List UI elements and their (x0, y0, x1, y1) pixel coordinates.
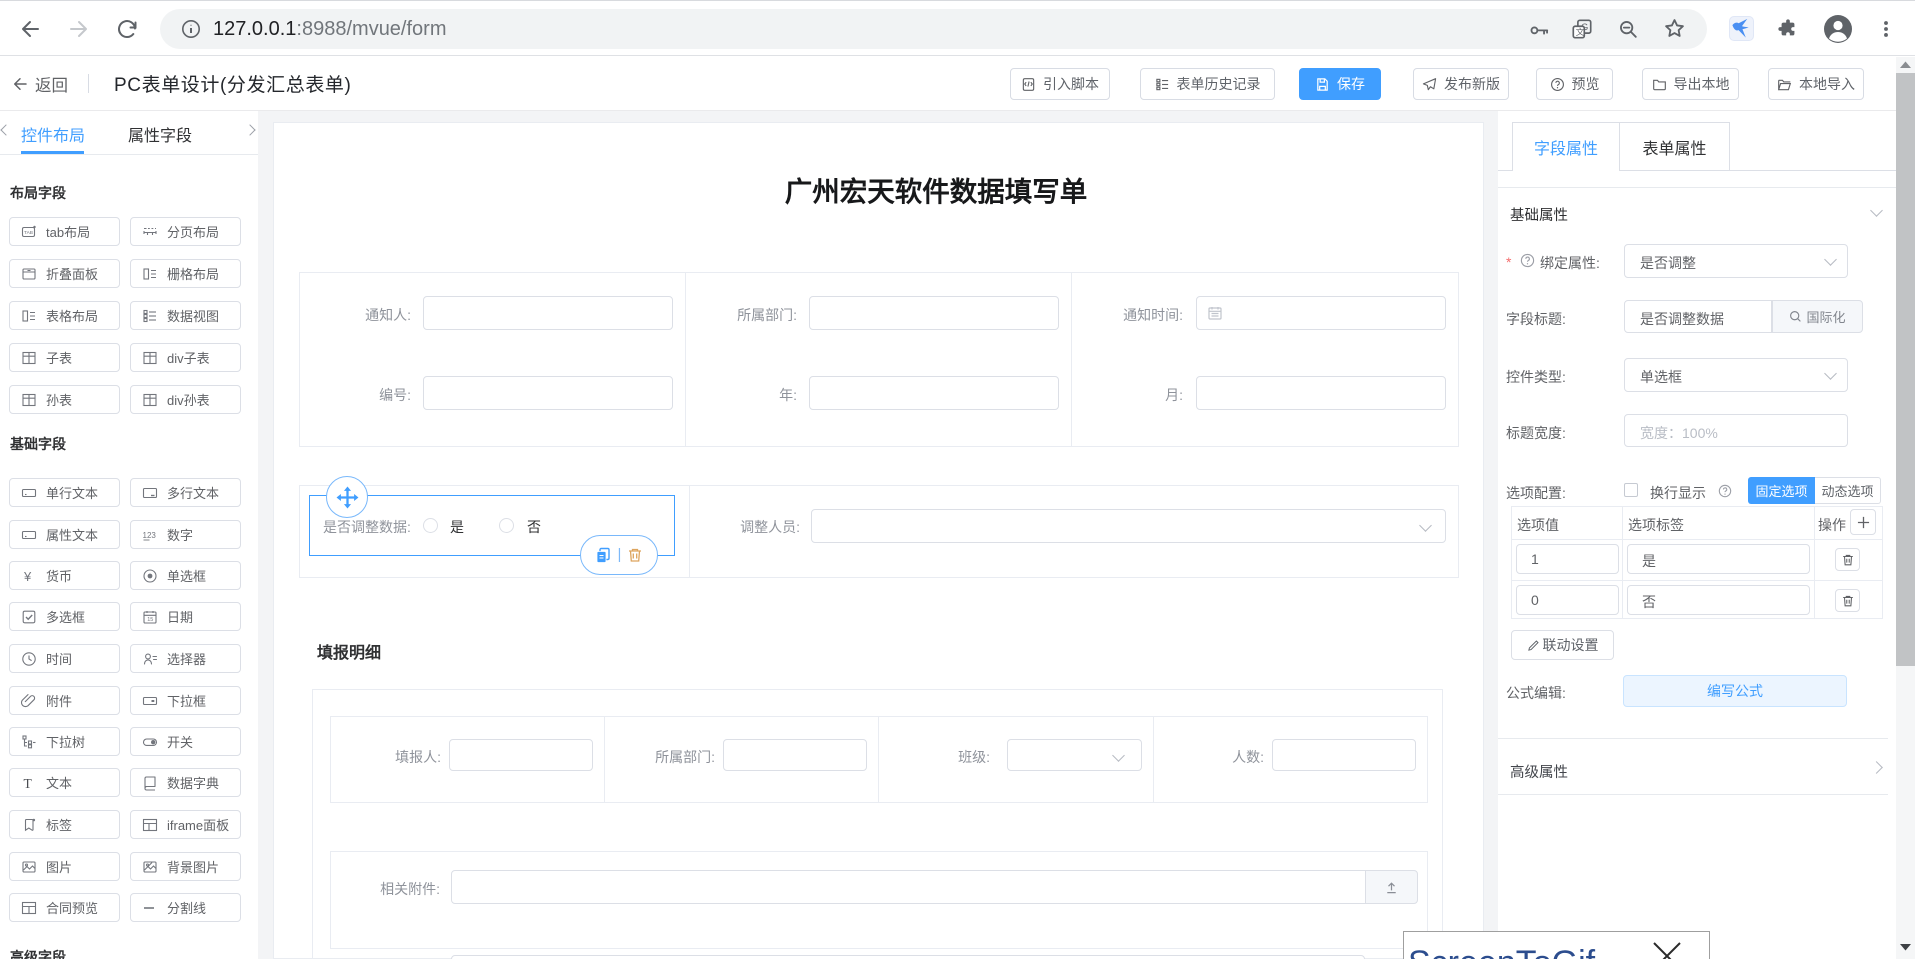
svg-text:15: 15 (147, 617, 153, 623)
svg-text:¥: ¥ (23, 569, 32, 584)
svg-text:文: 文 (1576, 26, 1585, 37)
svg-text:TAB: TAB (24, 230, 33, 236)
svg-text:T: T (24, 776, 33, 791)
svg-text:123: 123 (143, 531, 157, 540)
